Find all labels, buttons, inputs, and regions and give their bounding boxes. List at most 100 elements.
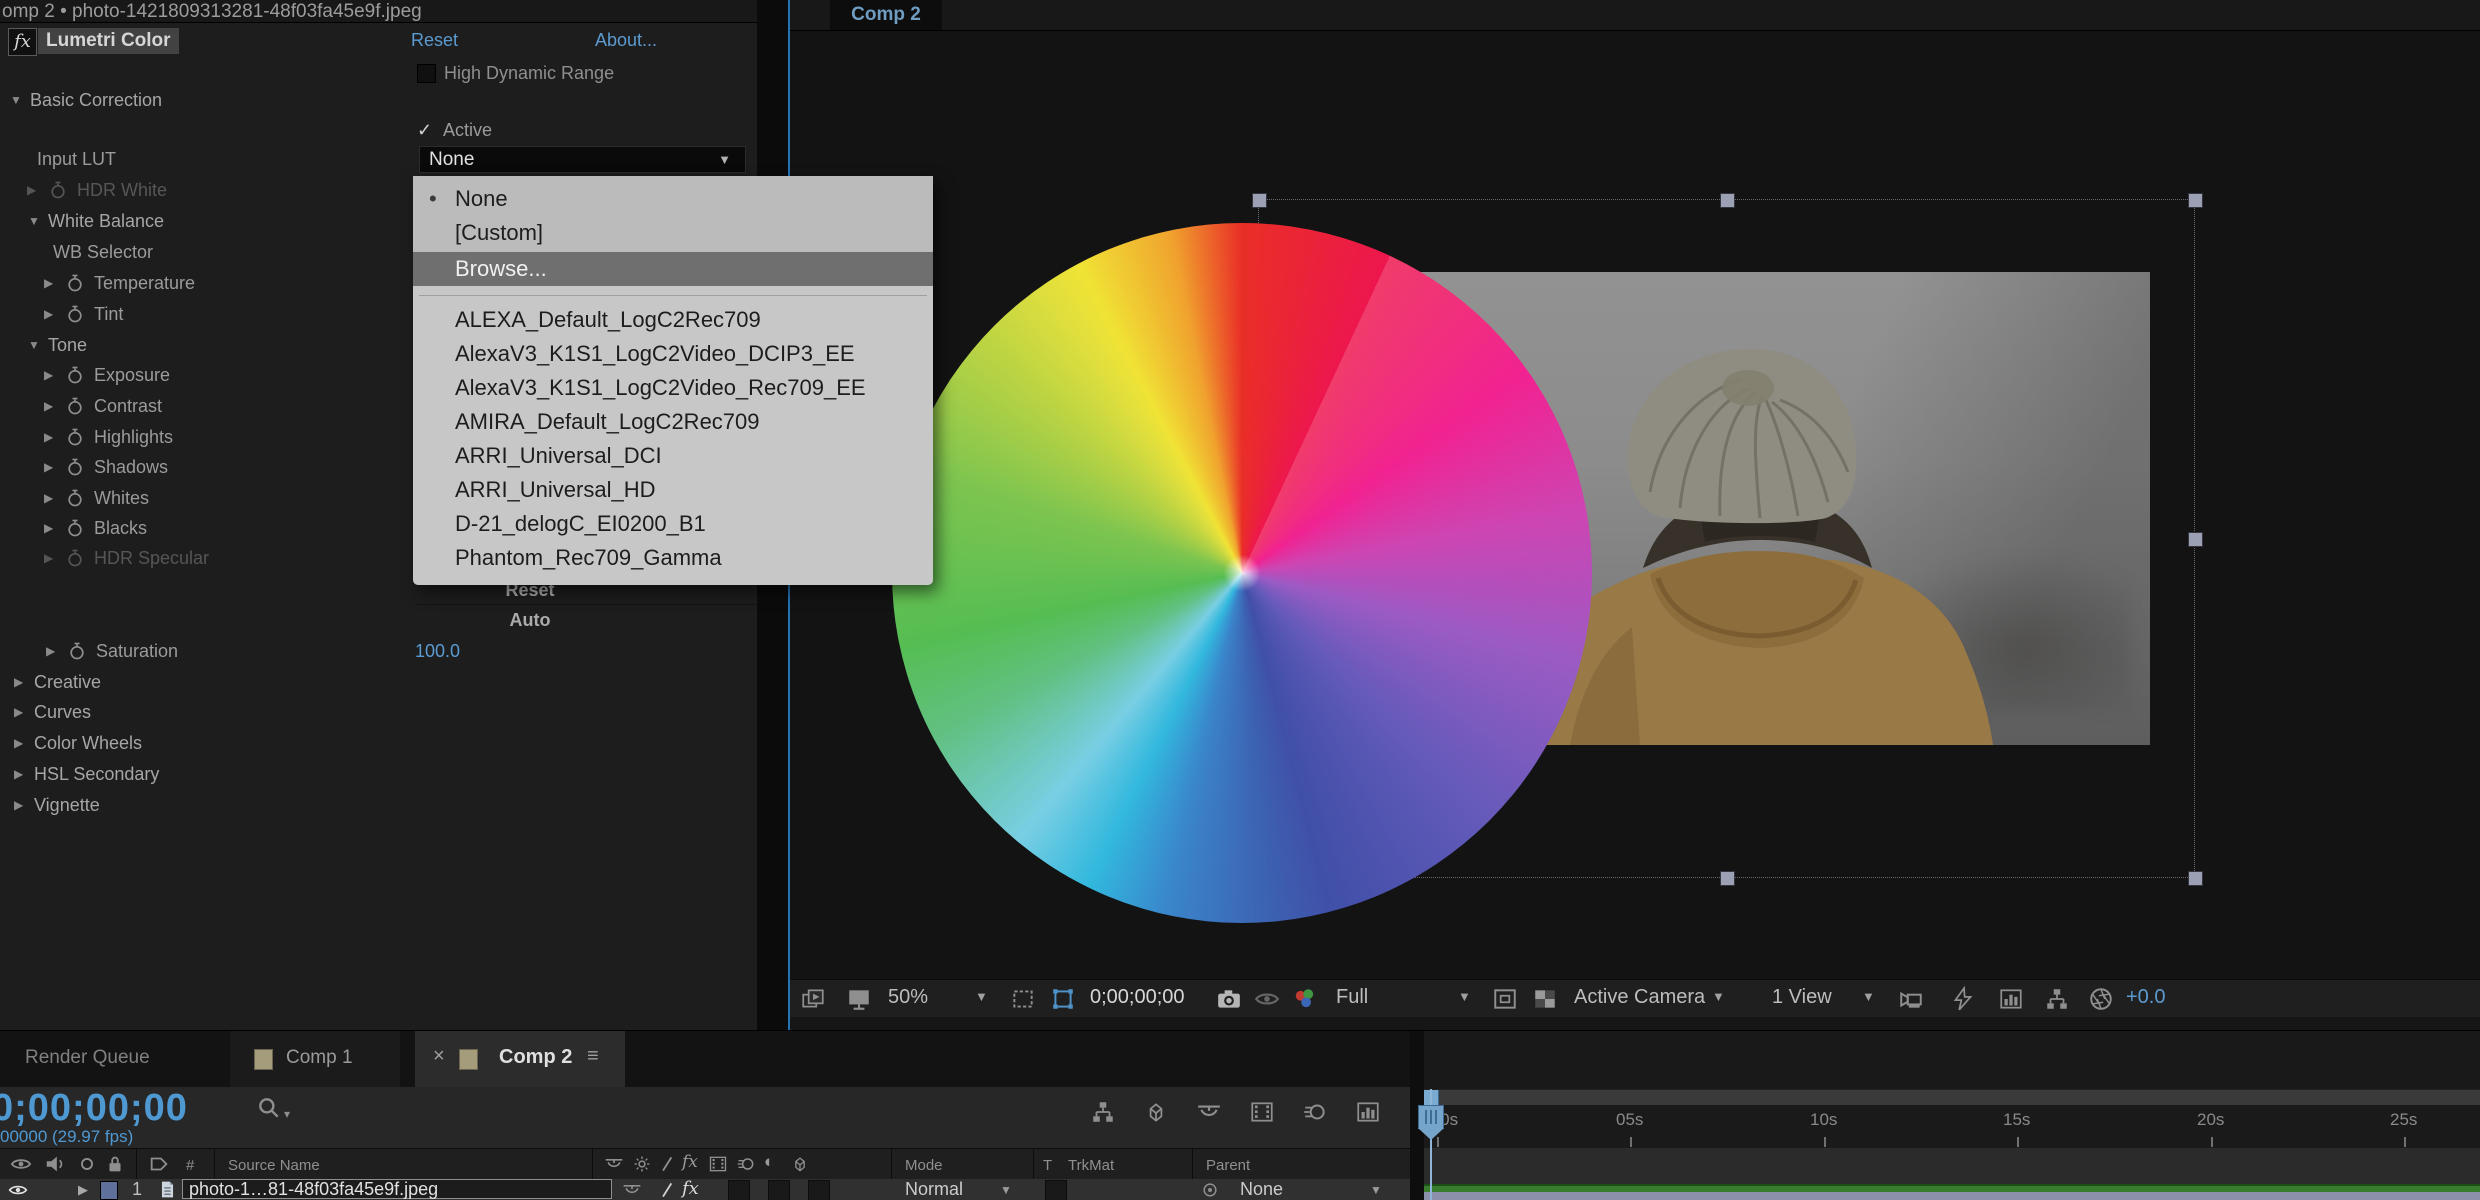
row-highlights[interactable]: ▶ Highlights xyxy=(44,422,173,452)
expand-arrow-icon[interactable]: ▶ xyxy=(44,551,64,565)
current-timecode[interactable]: 0;00;00;00 xyxy=(0,1087,188,1130)
magnification-caret-icon[interactable]: ▼ xyxy=(975,989,988,1004)
row-contrast[interactable]: ▶ Contrast xyxy=(44,391,162,421)
timeline-graph-icon[interactable] xyxy=(1998,986,2024,1012)
selection-handle-top-mid[interactable] xyxy=(1720,193,1735,208)
effect-about-link[interactable]: About... xyxy=(595,30,657,51)
collapse-arrow-icon[interactable]: ▼ xyxy=(28,214,48,228)
column-trkmat[interactable]: TrkMat xyxy=(1068,1157,1114,1174)
viewer-timecode[interactable]: 0;00;00;00 xyxy=(1090,986,1185,1009)
layer-expand-arrow-icon[interactable]: ▶ xyxy=(78,1182,88,1198)
magnification-select[interactable]: 50% xyxy=(888,986,928,1009)
exposure-shutter-icon[interactable] xyxy=(2088,986,2114,1012)
hide-shy-layers-icon[interactable] xyxy=(1196,1099,1222,1125)
resolution-select[interactable]: Full xyxy=(1336,986,1368,1009)
effect-reset-button[interactable]: Reset xyxy=(411,30,458,51)
saturation-value[interactable]: 100.0 xyxy=(415,641,460,662)
tab-menu-icon[interactable]: ≡ xyxy=(587,1045,599,1068)
menu-item-phantom-rec709[interactable]: Phantom_Rec709_Gamma xyxy=(413,541,933,575)
layer-switch-cell[interactable] xyxy=(728,1180,750,1200)
camera-wireframe-icon[interactable] xyxy=(1898,986,1924,1012)
input-lut-select[interactable]: None ▼ xyxy=(419,146,746,173)
stopwatch-icon[interactable] xyxy=(64,456,86,478)
frame-blending-icon[interactable] xyxy=(1249,1099,1275,1125)
row-color-wheels[interactable]: ▶ Color Wheels xyxy=(14,728,142,758)
expand-arrow-icon[interactable]: ▶ xyxy=(14,798,34,812)
expand-arrow-icon[interactable]: ▶ xyxy=(27,183,47,197)
expand-arrow-icon[interactable]: ▶ xyxy=(14,736,34,750)
menu-item-arri-universal-hd[interactable]: ARRI_Universal_HD xyxy=(413,473,933,507)
layer-quality-slash-icon[interactable] xyxy=(658,1180,678,1200)
menu-item-arri-universal-dci[interactable]: ARRI_Universal_DCI xyxy=(413,439,933,473)
layer-shy-icon[interactable] xyxy=(622,1180,642,1200)
column-index[interactable]: # xyxy=(186,1157,194,1174)
layer-duration-bar[interactable] xyxy=(1424,1192,2480,1200)
expand-arrow-icon[interactable]: ▶ xyxy=(14,675,34,689)
menu-item-alexa-default[interactable]: ALEXA_Default_LogC2Rec709 xyxy=(413,303,933,337)
menu-item-amira-default[interactable]: AMIRA_Default_LogC2Rec709 xyxy=(413,405,933,439)
tab-comp-2-viewer[interactable]: Comp 2 xyxy=(830,0,942,30)
column-t[interactable]: T xyxy=(1043,1157,1052,1174)
color-wheel-layer[interactable] xyxy=(892,223,1592,923)
search-icon[interactable] xyxy=(256,1095,282,1121)
column-mode[interactable]: Mode xyxy=(905,1157,943,1174)
expand-arrow-icon[interactable]: ▶ xyxy=(44,368,64,382)
camera-view-caret-icon[interactable]: ▼ xyxy=(1712,989,1725,1004)
hdr-checkbox[interactable] xyxy=(417,64,436,83)
mask-visibility-icon[interactable] xyxy=(1050,986,1076,1012)
row-tint[interactable]: ▶ Tint xyxy=(44,299,123,329)
effect-name[interactable]: Lumetri Color xyxy=(38,28,179,54)
snapshot-camera-icon[interactable] xyxy=(1216,986,1242,1012)
motion-blur-icon[interactable] xyxy=(1302,1099,1328,1125)
collapse-arrow-icon[interactable]: ▼ xyxy=(10,93,30,107)
tab-close-icon[interactable]: × xyxy=(433,1045,445,1068)
stopwatch-icon[interactable] xyxy=(64,395,86,417)
tab-render-queue[interactable]: Render Queue xyxy=(25,1047,150,1069)
column-parent[interactable]: Parent xyxy=(1206,1157,1250,1174)
row-white-balance[interactable]: ▼ White Balance xyxy=(28,206,164,236)
menu-item-d21-delogc[interactable]: D-21_delogC_EI0200_B1 xyxy=(413,507,933,541)
expand-arrow-icon[interactable]: ▶ xyxy=(44,276,64,290)
stopwatch-icon[interactable] xyxy=(64,487,86,509)
show-snapshot-eye-icon[interactable] xyxy=(1254,986,1280,1012)
row-tone[interactable]: ▼ Tone xyxy=(28,330,87,360)
expand-arrow-icon[interactable]: ▶ xyxy=(14,705,34,719)
parent-caret-icon[interactable]: ▼ xyxy=(1370,1183,1382,1197)
graph-editor-icon[interactable] xyxy=(1355,1099,1381,1125)
layer-switch-cell[interactable] xyxy=(768,1180,790,1200)
transparency-grid-icon[interactable] xyxy=(1532,986,1558,1012)
row-curves[interactable]: ▶ Curves xyxy=(14,697,91,727)
active-checkbox[interactable]: ✓ xyxy=(417,120,435,140)
layer-label-color-chip[interactable] xyxy=(100,1181,118,1200)
row-temperature[interactable]: ▶ Temperature xyxy=(44,268,195,298)
stopwatch-icon[interactable] xyxy=(64,303,86,325)
layer-visibility-eye-icon[interactable] xyxy=(8,1180,28,1200)
selection-handle-bottom-right[interactable] xyxy=(2188,871,2203,886)
row-hsl-secondary[interactable]: ▶ HSL Secondary xyxy=(14,759,159,789)
view-layout-caret-icon[interactable]: ▼ xyxy=(1862,989,1875,1004)
layer-parent-select[interactable]: None xyxy=(1240,1179,1283,1200)
expand-arrow-icon[interactable]: ▶ xyxy=(44,399,64,413)
collapse-arrow-icon[interactable]: ▼ xyxy=(28,338,48,352)
expand-arrow-icon[interactable]: ▶ xyxy=(44,307,64,321)
stopwatch-icon[interactable] xyxy=(64,272,86,294)
channel-rgb-icon[interactable] xyxy=(1292,986,1318,1012)
always-preview-icon[interactable] xyxy=(800,986,826,1012)
stopwatch-icon[interactable] xyxy=(64,517,86,539)
column-source-name[interactable]: Source Name xyxy=(228,1157,320,1174)
row-shadows[interactable]: ▶ Shadows xyxy=(44,452,168,482)
composition-mini-flowchart-icon[interactable] xyxy=(1090,1099,1116,1125)
trkmat-cell[interactable] xyxy=(1045,1180,1067,1200)
stopwatch-icon[interactable] xyxy=(64,426,86,448)
stopwatch-icon[interactable] xyxy=(64,547,86,569)
work-area-bar[interactable] xyxy=(1424,1089,2480,1106)
safe-margins-icon[interactable] xyxy=(1492,986,1518,1012)
selection-handle-top-right[interactable] xyxy=(2188,193,2203,208)
selection-handle-top-left[interactable] xyxy=(1252,193,1267,208)
tab-comp-2[interactable]: × Comp 2 ≡ xyxy=(415,1031,625,1087)
time-ruler[interactable]: :00s 05s 10s 15s 20s 25s xyxy=(1424,1105,2480,1149)
layer-fx-icon[interactable]: fx xyxy=(682,1178,699,1199)
blend-mode-caret-icon[interactable]: ▼ xyxy=(1000,1183,1012,1197)
menu-item-alexav3-rec709[interactable]: AlexaV3_K1S1_LogC2Video_Rec709_EE xyxy=(413,371,933,405)
menu-item-alexav3-dcip3[interactable]: AlexaV3_K1S1_LogC2Video_DCIP3_EE xyxy=(413,337,933,371)
